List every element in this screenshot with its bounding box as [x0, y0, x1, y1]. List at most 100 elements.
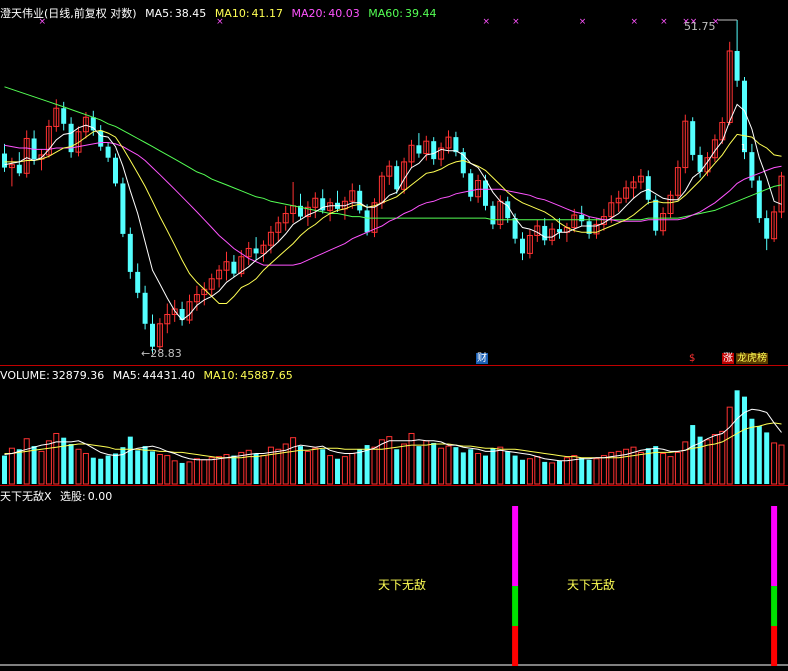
- volume-bar-up: [82, 452, 89, 485]
- candle-body-down: [357, 190, 363, 211]
- volume-bar-down: [586, 459, 592, 484]
- ma60-label: MA60:: [368, 7, 403, 20]
- volume-bar-up: [45, 440, 52, 485]
- volume-bar-up: [327, 455, 334, 485]
- volume-bar-up: [771, 442, 778, 485]
- volume-bar-up: [711, 434, 718, 485]
- volume-bar-up: [53, 432, 60, 485]
- signal-label-text: 天下无敌: [567, 578, 616, 592]
- volume-bar-down: [431, 442, 437, 484]
- candle-body-down: [16, 164, 22, 174]
- candle-body-down: [653, 199, 659, 231]
- stock-chart: × × × × × × × × × ×1: [0, 17, 788, 666]
- volume-bar-up: [660, 452, 667, 485]
- volume-bar-up: [637, 451, 644, 485]
- dragon-tiger-badge[interactable]: 龙虎榜: [736, 353, 768, 364]
- candle-body-down: [764, 218, 770, 239]
- candle-body-down: [512, 218, 518, 239]
- candle-body-down: [113, 157, 118, 184]
- volume-bar-up: [245, 449, 252, 485]
- volume-ma5-label: MA5:: [112, 369, 141, 382]
- volume-bar-up: [423, 440, 430, 485]
- ma5-legend: MA5: 38.45: [145, 7, 206, 20]
- volume-bar-up: [475, 452, 482, 485]
- volume-label: VOLUME:: [0, 369, 50, 382]
- volume-bar-down: [150, 451, 155, 484]
- candle-body-down: [490, 205, 496, 225]
- candle-body-down: [579, 215, 585, 222]
- volume-bar-up: [208, 457, 215, 485]
- limit-up-badge-text: 涨: [723, 353, 733, 364]
- volume-bar-up: [549, 462, 556, 485]
- dollar-badge-text: $: [689, 353, 696, 364]
- signal-bar-red: [771, 626, 778, 666]
- volume-bar-down: [460, 452, 466, 484]
- volume-bar-up: [164, 455, 171, 485]
- ma5-value: 38.45: [174, 7, 207, 20]
- candle-body-down: [105, 146, 111, 158]
- candle-body-down: [2, 153, 7, 168]
- signal-bar-magenta: [512, 506, 519, 586]
- volume-bar-down: [490, 448, 496, 484]
- volume-bar-up: [38, 450, 45, 485]
- volume-bar-up: [349, 452, 356, 485]
- ma20-label: MA20:: [291, 7, 327, 20]
- volume-bar-up: [534, 456, 541, 485]
- volume-bar-down: [453, 447, 459, 484]
- volume-bar-down: [120, 447, 126, 484]
- candle-body-down: [231, 261, 237, 274]
- select-label: 选股:: [60, 490, 86, 503]
- top-marker: ×: [631, 17, 639, 27]
- candle-body-down: [394, 166, 400, 190]
- volume-bar-up: [201, 459, 208, 485]
- volume-legend: VOLUME: 32879.36 MA5: 44431.40 MA10: 45887.…: [0, 369, 298, 382]
- candle-body-down: [483, 180, 488, 206]
- small-marker: 1: [741, 143, 746, 152]
- volume-bar-down: [90, 457, 96, 484]
- chart-mode: (日线,前复权 对数): [44, 7, 137, 20]
- volume-bar-down: [68, 444, 74, 484]
- volume-ma10-legend: MA10: 45887.65: [204, 369, 293, 382]
- volume-bar-up: [341, 456, 348, 485]
- volume-bar-up: [445, 445, 452, 485]
- volume-bar-down: [512, 455, 518, 484]
- candle-body-down: [135, 271, 141, 293]
- volume-bar-up: [312, 447, 319, 485]
- volume-ma10-label: MA10:: [203, 369, 239, 382]
- high-price-value: 51.75: [684, 20, 716, 33]
- volume-bar-up: [719, 430, 726, 485]
- ma20-value: 40.03: [328, 7, 360, 20]
- ma60-value: 39.44: [404, 7, 437, 20]
- volume-bar-down: [542, 461, 548, 484]
- candle-body-down: [734, 50, 740, 81]
- stock-name: 澄天伟业: [0, 7, 44, 20]
- finance-badge[interactable]: 财: [476, 353, 488, 364]
- volume-ma5-legend: MA5: 44431.40: [113, 369, 195, 382]
- volume-bar-up: [600, 455, 607, 485]
- volume-bar-down: [142, 446, 148, 484]
- volume-bar-up: [171, 460, 178, 485]
- limit-up-badge[interactable]: 涨: [722, 353, 734, 364]
- candle-body-down: [98, 130, 104, 147]
- signal-label: 天下无敌: [567, 578, 616, 592]
- volume-bar-up: [216, 456, 223, 485]
- top-marker: ×: [579, 17, 587, 27]
- volume-bar-up: [674, 451, 681, 485]
- finance-badge-text: 财: [477, 353, 487, 364]
- candle-body-down: [756, 180, 762, 219]
- volume-bar-up: [682, 441, 689, 485]
- volume-bar-up: [304, 450, 311, 485]
- candle-body-down: [542, 225, 548, 241]
- volume-bar-down: [505, 451, 511, 484]
- candle-body-down: [468, 173, 474, 197]
- volume-bar-down: [468, 449, 474, 484]
- volume-bar-down: [690, 425, 696, 484]
- volume-bar-down: [749, 418, 755, 484]
- candle-body-down: [505, 201, 511, 219]
- volume-bar-down: [394, 449, 400, 484]
- dollar-badge[interactable]: $: [689, 353, 695, 364]
- top-marker: ×: [483, 17, 491, 27]
- candle-body-down: [253, 248, 259, 254]
- signal-bar-magenta: [771, 506, 778, 586]
- volume-bar-down: [579, 457, 585, 484]
